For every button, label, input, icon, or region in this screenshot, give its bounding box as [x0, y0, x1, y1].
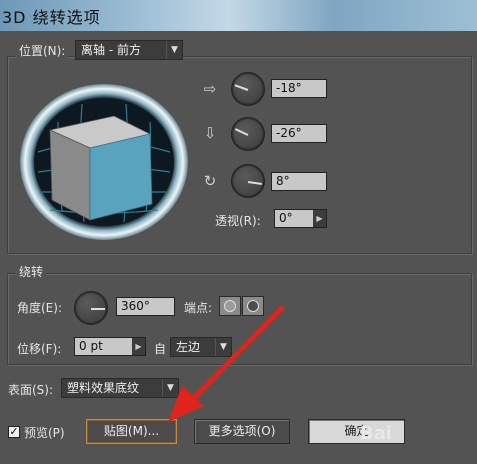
surface-label: 表面(S): — [8, 383, 54, 397]
offset-value: 0 pt — [79, 339, 103, 353]
angle-label: 角度(E): — [17, 301, 62, 315]
revolve-section-label: 绕转 — [16, 263, 47, 280]
window-title: 3D 绕转选项 — [2, 8, 101, 27]
preview-label[interactable]: 预览(P) — [24, 424, 65, 441]
z-axis-dial[interactable] — [231, 164, 265, 198]
position-preset-value: 离轴 - 前方 — [81, 43, 141, 57]
z-axis-rotate-icon: ↻ — [203, 172, 217, 190]
perspective-label: 透视(R): — [215, 214, 261, 228]
y-angle-field[interactable]: -26° — [271, 124, 327, 143]
z-angle-field[interactable]: 8° — [271, 172, 327, 191]
position-preset-dropdown[interactable]: 离轴 - 前方 ▼ — [75, 40, 183, 60]
red-arrow-annotation — [168, 305, 285, 422]
surface-value: 塑料效果底纹 — [67, 381, 140, 395]
trackball-cube-preview[interactable] — [18, 82, 190, 242]
y-axis-dial[interactable] — [231, 117, 265, 151]
y-axis-rotate-icon: ⇩ — [203, 124, 217, 142]
offset-label: 位移(F): — [17, 342, 62, 356]
position-label: 位置(N): — [16, 42, 69, 59]
title-bar: 3D 绕转选项 — [0, 0, 477, 31]
perspective-value: 0° — [279, 211, 293, 225]
chevron-right-icon[interactable]: ▶ — [313, 210, 326, 227]
x-axis-dial[interactable] — [231, 72, 265, 106]
offset-field[interactable]: 0 pt ▶ — [74, 337, 146, 356]
preview-checkbox[interactable]: ✓ — [8, 426, 20, 438]
x-angle-field[interactable]: -18° — [271, 79, 327, 98]
revolve-angle-dial[interactable] — [74, 291, 108, 325]
chevron-down-icon: ▼ — [166, 41, 182, 59]
baidu-watermark: Bai — [360, 423, 393, 444]
chevron-right-icon[interactable]: ▶ — [132, 338, 145, 355]
perspective-field[interactable]: 0° ▶ — [274, 209, 327, 228]
x-axis-rotate-icon: ⇨ — [203, 80, 217, 98]
